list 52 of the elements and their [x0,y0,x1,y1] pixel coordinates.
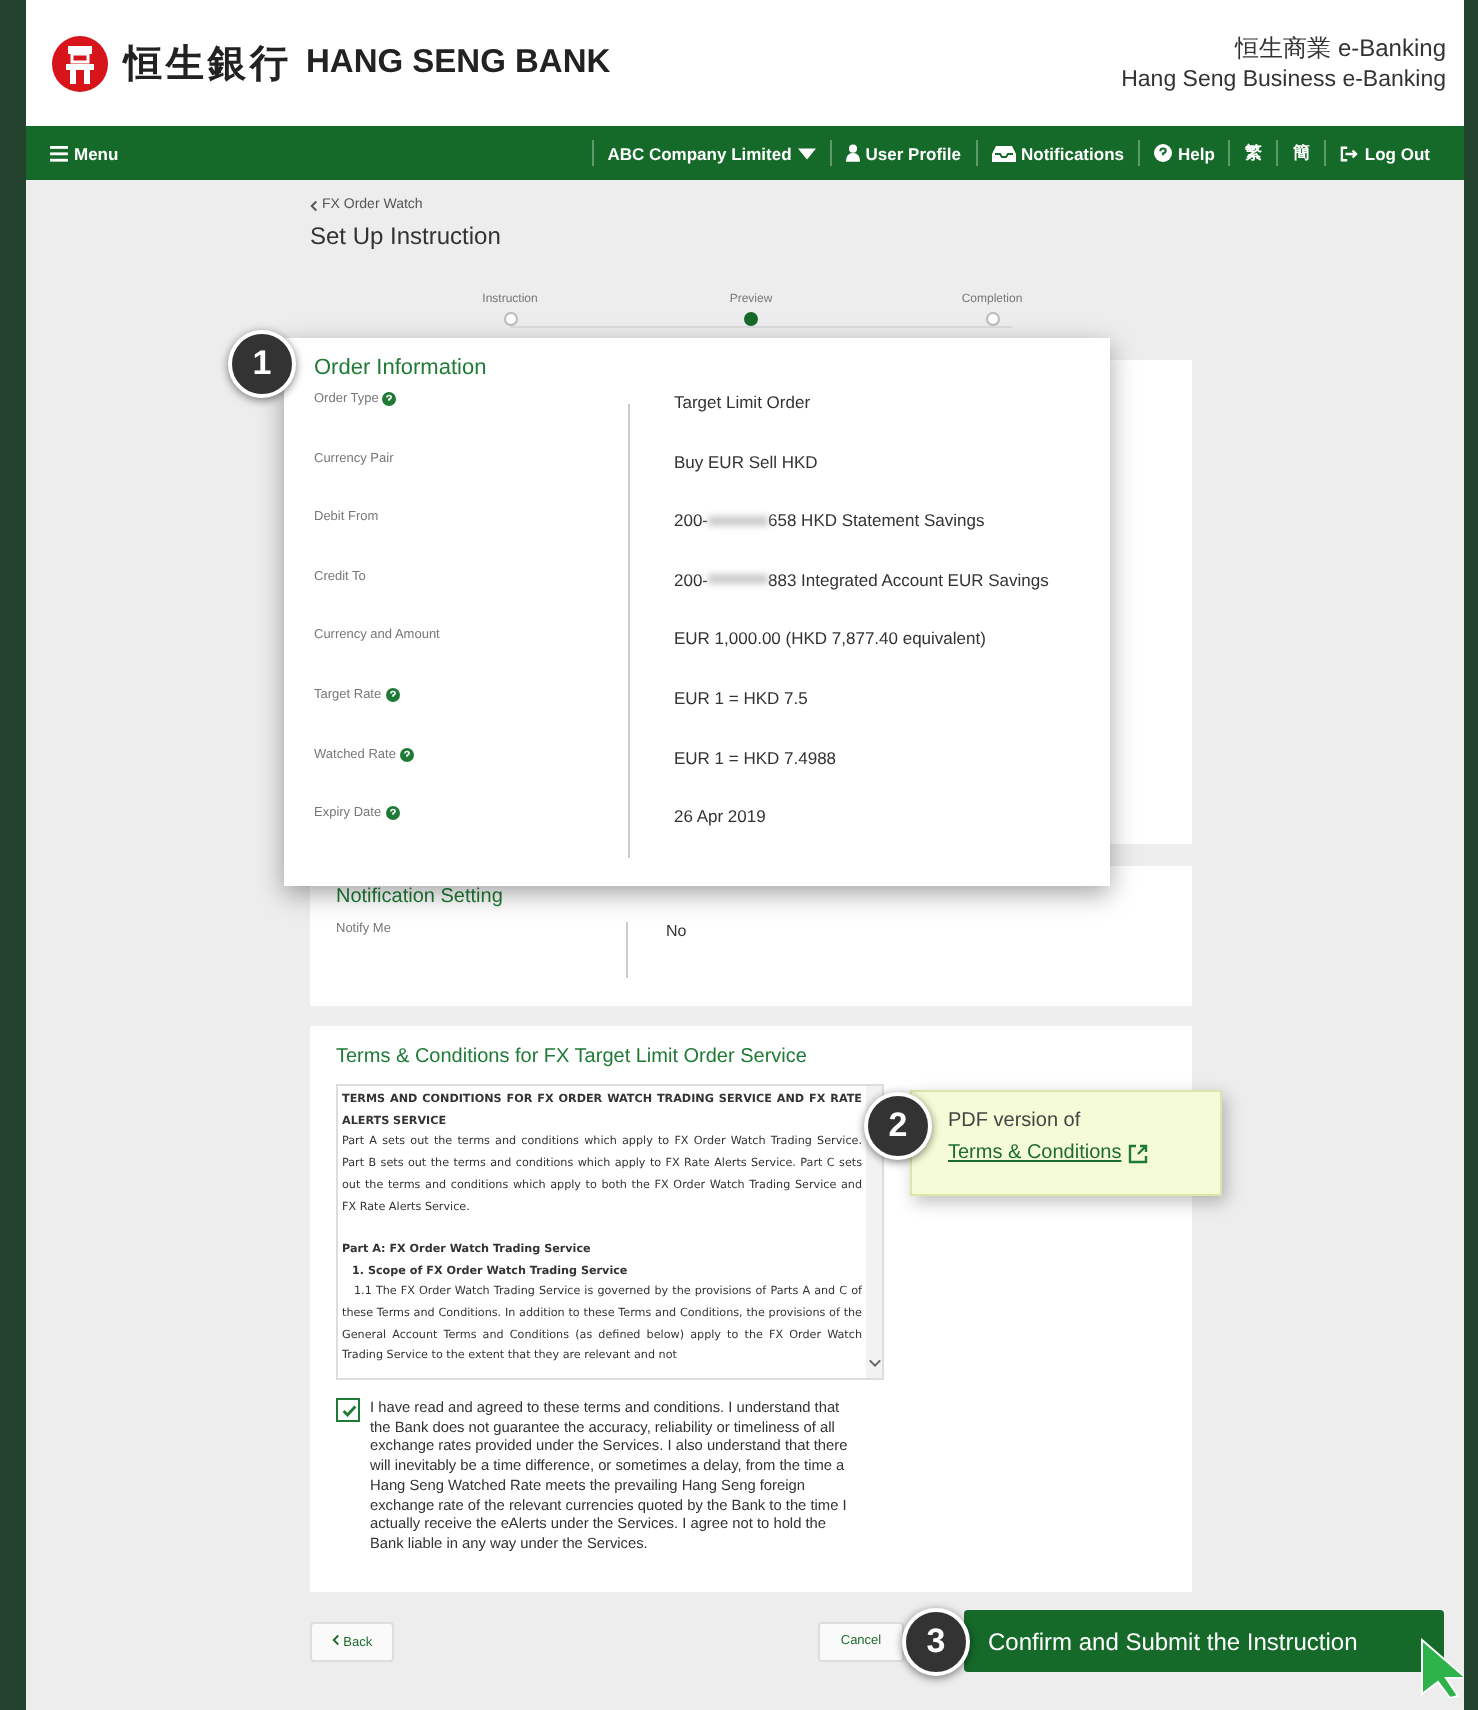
field-value: EUR 1 = HKD 7.4988 [674,747,837,768]
field-value: Buy EUR Sell HKD [674,451,818,472]
service-name-chinese: 恒生商業 e-Banking [1235,31,1446,63]
callout-number: 3 [902,1608,970,1676]
chevron-left-icon [310,199,318,211]
company-dropdown[interactable]: ABC Company Limited [593,143,830,163]
external-link-icon [1127,1143,1148,1163]
help-icon[interactable] [382,392,397,406]
user-icon [845,144,860,162]
service-name: Hang Seng Business e-Banking [1121,65,1446,95]
language-link[interactable]: 繁 [1230,141,1277,165]
cursor-icon [1420,1638,1464,1698]
bank-logo-icon [50,33,110,93]
page-title: Set Up Instruction [310,222,503,250]
nav-link[interactable]: Help [1140,143,1229,163]
language-link[interactable]: 簡 [1278,141,1325,165]
agree-checkbox[interactable] [336,1398,360,1422]
section-title: Notification Setting [336,886,505,908]
field-value: 200- [674,569,709,590]
section-title: Order Information [314,356,489,380]
field-value: EUR 1 = HKD 7.5 [674,687,808,708]
help-icon[interactable] [385,687,400,702]
nav-link[interactable]: Log Out [1326,143,1444,163]
field-value: No [666,922,687,940]
nav-link[interactable]: Notifications [977,143,1138,163]
confirm-button[interactable]: Confirm and Submit the Instruction [964,1610,1444,1672]
masked-digits [708,515,769,526]
field-value: 658 HKD Statement Savings [768,510,985,531]
field-value: 200- [674,510,709,531]
menu-icon [50,145,68,161]
logout-icon [1340,145,1359,161]
bank-name: HANG SENG BANK [306,44,611,82]
masked-digits [708,574,769,585]
scroll-down-icon[interactable] [867,1358,881,1368]
bank-name-chinese: 恒生銀行 [124,39,292,89]
nav-link[interactable]: User Profile [831,143,976,163]
field-value: Target Limit Order [674,392,811,412]
terms-pdf-link[interactable]: Terms & Conditions [948,1142,1122,1164]
caret-icon [797,147,816,159]
menu-button[interactable]: Menu [50,143,119,163]
help-icon[interactable] [385,806,400,821]
field-value: 883 Integrated Account EUR Savings [768,569,1049,590]
chevron-left-icon [331,1633,340,1645]
field-value: 26 Apr 2019 [674,806,766,827]
callout-number: 1 [228,330,296,398]
section-title: Terms & Conditions for FX Target Limit Order Service [336,1046,809,1068]
callout-number: 2 [864,1092,932,1160]
help-icon [1154,144,1172,162]
field-value: EUR 1,000.00 (HKD 7,877.40 equivalent) [674,628,986,649]
help-icon[interactable] [399,747,414,762]
tooltip-text: PDF version of [948,1110,1083,1132]
inbox-icon [991,145,1016,161]
